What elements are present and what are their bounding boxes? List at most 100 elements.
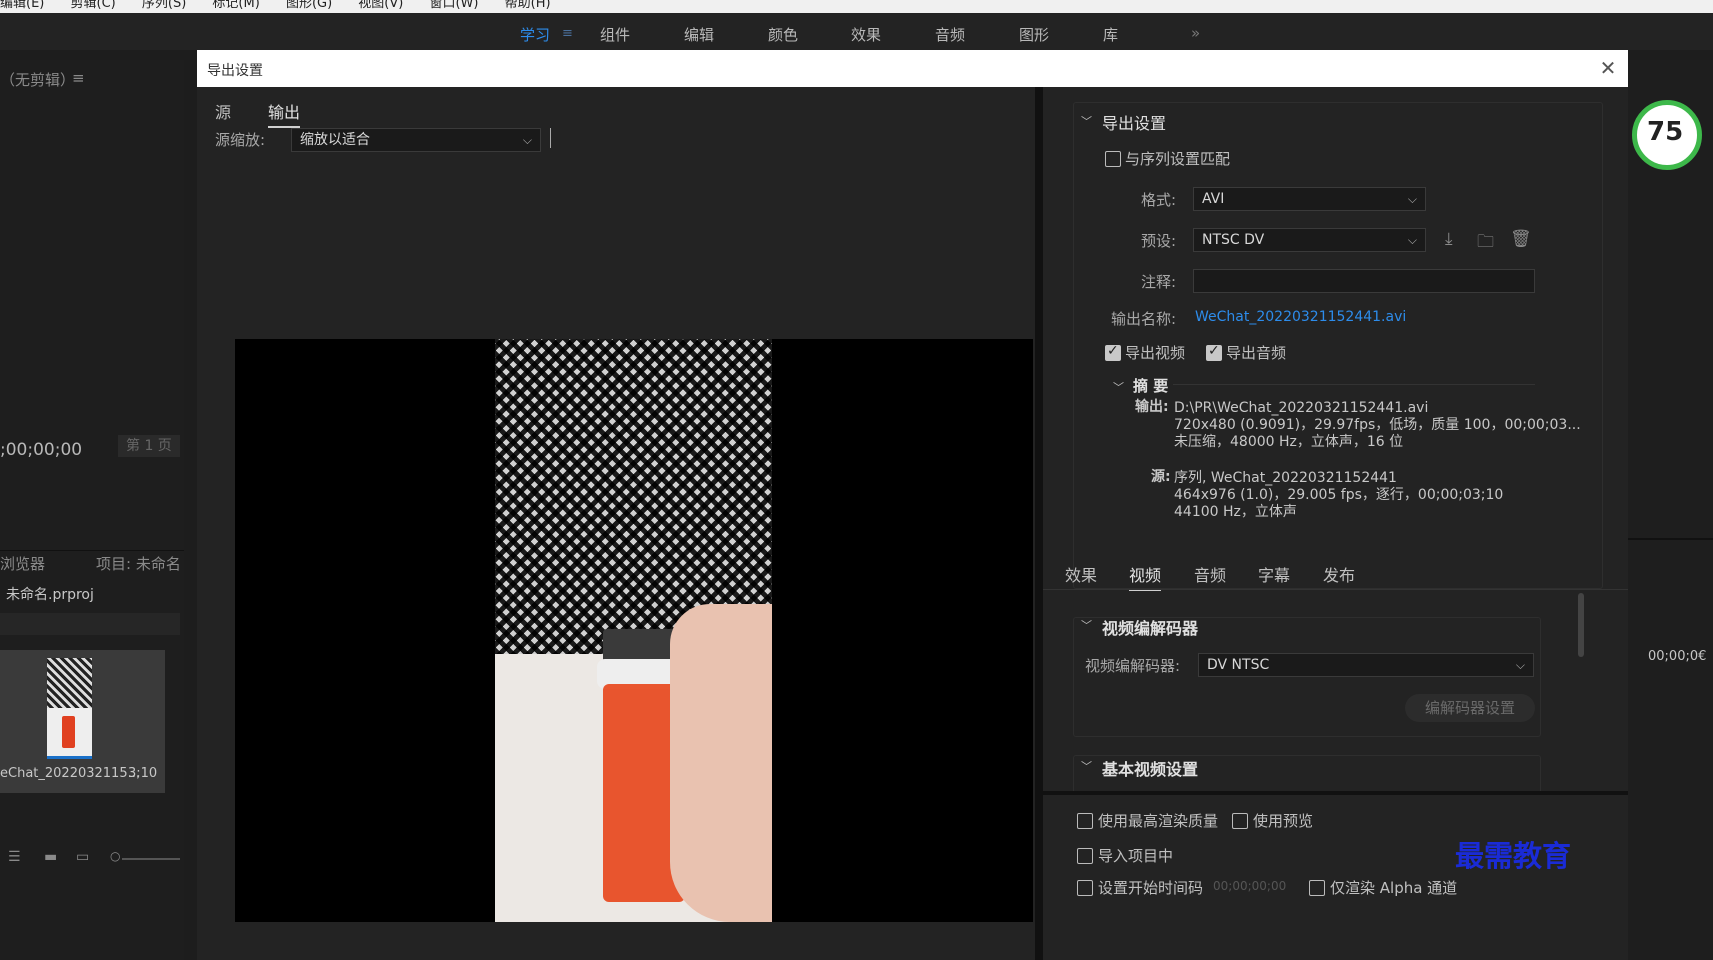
export-audio-checkbox[interactable] <box>1206 343 1222 361</box>
summary-source-label: 源: <box>1151 469 1171 485</box>
bottom-splitter[interactable] <box>1043 791 1628 795</box>
format-label: 格式: <box>1141 191 1177 209</box>
workspace-tab-editing[interactable]: 编辑 <box>684 24 714 45</box>
workspace-tab-audio[interactable]: 音频 <box>935 24 965 45</box>
workspace-tab-color[interactable]: 颜色 <box>768 24 798 45</box>
settings-scrollbar[interactable] <box>1578 593 1584 657</box>
format-select[interactable]: AVI ⌵ <box>1193 187 1426 211</box>
panel-menu-icon[interactable]: ≡ <box>72 69 85 87</box>
tab-output[interactable]: 输出 <box>268 99 301 128</box>
video-codec-select[interactable]: DV NTSC ⌵ <box>1198 653 1534 677</box>
workspace-tab-learn[interactable]: 学习 <box>520 24 550 45</box>
use-previews-checkbox[interactable] <box>1232 813 1248 829</box>
tabs-rule <box>1043 589 1628 590</box>
max-render-quality-label: 使用最高渲染质量 <box>1098 812 1219 830</box>
preset-label: 预设: <box>1141 232 1177 250</box>
import-into-project-label: 导入项目中 <box>1098 847 1174 865</box>
basic-video-collapse-icon[interactable]: ﹀ <box>1081 758 1092 774</box>
hand <box>670 604 772 922</box>
summary-source-text: 序列, WeChat_20220321152441 464x976 (1.0)，… <box>1174 470 1503 521</box>
list-view-icon[interactable]: ☰ <box>8 849 21 865</box>
workspace-tab-graphics[interactable]: 图形 <box>1019 24 1049 45</box>
export-audio-label: 导出音频 <box>1226 344 1287 362</box>
workspace-tab-effects[interactable]: 效果 <box>851 24 881 45</box>
output-name-link[interactable]: WeChat_20220321152441.avi <box>1195 309 1406 325</box>
import-into-project-checkbox[interactable] <box>1077 848 1093 864</box>
video-codec-value: DV NTSC <box>1207 657 1270 673</box>
tab-audio[interactable]: 音频 <box>1194 562 1226 586</box>
menu-marker[interactable]: 标记(M) <box>212 0 259 10</box>
chevron-down-icon: ⌵ <box>1515 658 1525 672</box>
export-video-checkbox[interactable] <box>1105 343 1121 361</box>
workspace-overflow-icon[interactable]: » <box>1191 24 1200 42</box>
progress-badge-value: 75 <box>1647 117 1684 147</box>
menu-edit[interactable]: 编辑(E) <box>0 0 44 10</box>
summary-heading: 摘 要 <box>1133 377 1169 395</box>
close-icon[interactable]: ✕ <box>1596 56 1620 80</box>
source-scaling-select[interactable]: 缩放以适合 ⌵ <box>291 128 541 152</box>
summary-output-line: 720x480 (0.9091)，29.97fps，低场，质量 100，00;0… <box>1174 417 1581 433</box>
source-monitor-title: （无剪辑） <box>0 71 76 89</box>
freeform-view-icon[interactable]: ▭ <box>76 849 89 865</box>
menu-clip[interactable]: 剪辑(C) <box>71 0 116 10</box>
set-start-timecode-checkbox[interactable] <box>1077 880 1093 896</box>
menu-graphics[interactable]: 图形(G) <box>286 0 332 10</box>
panel-divider <box>0 550 184 551</box>
preset-select[interactable]: NTSC DV ⌵ <box>1193 228 1426 252</box>
browser-tab[interactable]: 浏览器 <box>0 553 45 574</box>
tab-video[interactable]: 视频 <box>1129 562 1162 591</box>
render-alpha-only-checkbox[interactable] <box>1309 880 1325 896</box>
workspace-tab-libraries[interactable]: 库 <box>1103 24 1118 45</box>
comments-label: 注释: <box>1141 273 1177 291</box>
dialog-splitter[interactable] <box>1035 87 1043 960</box>
video-codec-heading: 视频编解码器 <box>1102 619 1199 638</box>
summary-collapse-icon[interactable]: ﹀ <box>1113 379 1124 395</box>
codec-settings-button[interactable]: 编解码器设置 <box>1405 694 1535 722</box>
project-tab[interactable]: 项目: 未命名 <box>96 553 181 574</box>
menu-help[interactable]: 帮助(H) <box>505 0 551 10</box>
video-preview-image <box>495 339 772 922</box>
video-codec-collapse-icon[interactable]: ﹀ <box>1081 617 1092 633</box>
dialog-title: 导出设置 <box>207 63 263 79</box>
basic-video-heading: 基本视频设置 <box>1102 760 1199 779</box>
menu-view[interactable]: 视图(V) <box>358 0 403 10</box>
right-background-panel: 75 00;00;0€ <box>1628 60 1713 960</box>
workspace-tab-assembly[interactable]: 组件 <box>600 24 630 45</box>
search-row[interactable] <box>0 613 180 635</box>
tab-publish[interactable]: 发布 <box>1323 562 1355 586</box>
match-sequence-checkbox[interactable] <box>1105 151 1121 167</box>
tab-captions[interactable]: 字幕 <box>1258 562 1290 586</box>
tab-effects[interactable]: 效果 <box>1065 562 1097 586</box>
menu-bar: 编辑(E) 剪辑(C) 序列(S) 标记(M) 图形(G) 视图(V) 窗口(W… <box>0 0 1713 13</box>
tab-source[interactable]: 源 <box>215 99 231 123</box>
chevron-down-icon: ⌵ <box>1407 233 1417 247</box>
set-start-timecode-label: 设置开始时间码 <box>1098 879 1204 897</box>
workspace-menu-icon[interactable]: ≡ <box>562 26 573 41</box>
right-timecode: 00;00;0€ <box>1648 649 1707 664</box>
icon-view-icon[interactable]: ▬ <box>44 849 57 865</box>
export-settings-collapse-icon[interactable]: ﹀ <box>1081 113 1092 129</box>
comments-input[interactable] <box>1193 269 1535 293</box>
summary-output-label: 输出: <box>1135 399 1169 415</box>
menu-sequence[interactable]: 序列(S) <box>142 0 186 10</box>
save-preset-icon[interactable]: ⤓ <box>1445 229 1453 249</box>
page-indicator: 第 1 页 <box>118 435 180 457</box>
chevron-down-icon: ⌵ <box>522 133 532 147</box>
render-alpha-only-label: 仅渲染 Alpha 通道 <box>1330 879 1458 897</box>
use-previews-label: 使用预览 <box>1253 812 1314 830</box>
source-scaling-value: 缩放以适合 <box>300 132 370 148</box>
match-sequence-label: 与序列设置匹配 <box>1125 150 1231 168</box>
source-monitor-panel: （无剪辑） ≡ ;00;00;00 第 1 页 <box>0 60 184 560</box>
video-preview-frame <box>235 339 1033 922</box>
max-render-quality-checkbox[interactable] <box>1077 813 1093 829</box>
right-divider <box>1628 538 1713 540</box>
zoom-slider-handle[interactable]: ○ <box>110 849 120 863</box>
zoom-slider-track[interactable] <box>122 858 180 860</box>
delete-preset-icon[interactable]: 🗑 <box>1510 229 1532 249</box>
import-preset-icon[interactable]: 🗀 <box>1477 229 1494 258</box>
source-timecode[interactable]: ;00;00;00 <box>0 440 82 460</box>
start-timecode-value[interactable]: 00;00;00;00 <box>1213 879 1286 893</box>
summary-output-line: D:\PR\WeChat_20220321152441.avi <box>1174 400 1429 416</box>
menu-window[interactable]: 窗口(W) <box>429 0 478 10</box>
watermark-logo: 最需教育 <box>1455 839 1572 873</box>
